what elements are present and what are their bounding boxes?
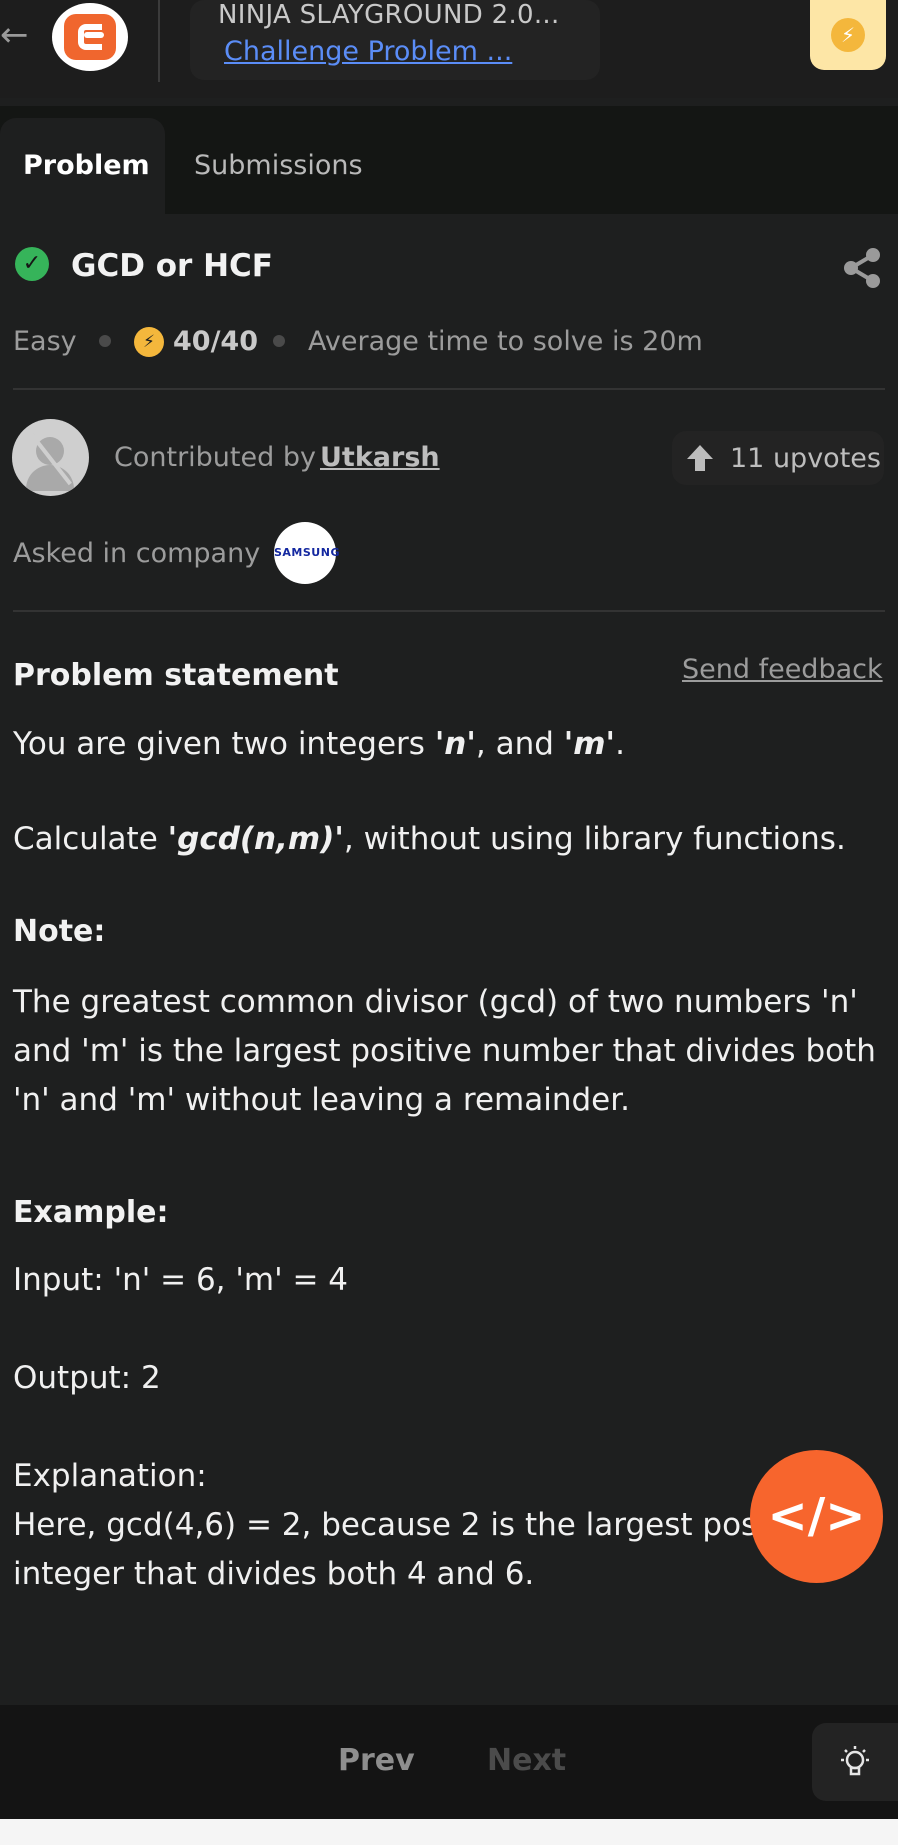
example-input: Input: 'n' = 6, 'm' = 4: [13, 1262, 349, 1298]
lightbulb-icon: [841, 1746, 869, 1776]
average-time: Average time to solve is 20m: [308, 326, 703, 357]
score-value: 40/40: [173, 326, 259, 357]
next-button[interactable]: Next: [487, 1743, 566, 1778]
note-heading: Note:: [13, 914, 106, 949]
meta-separator-dot: [273, 335, 285, 347]
divider: [13, 610, 885, 612]
challenge-problem-link[interactable]: Challenge Problem ...: [224, 36, 512, 67]
check-circle-icon: ✓: [15, 247, 49, 281]
explanation-label: Explanation:: [13, 1458, 207, 1494]
back-arrow-icon[interactable]: ←: [0, 10, 30, 60]
bolt-button[interactable]: ⚡︎: [810, 0, 886, 70]
difficulty-label: Easy: [13, 326, 77, 357]
avatar: [12, 419, 89, 496]
note-line-2: and 'm' is the largest positive number t…: [13, 1033, 876, 1069]
arrow-up-icon: [687, 445, 713, 471]
code-editor-button[interactable]: </>: [750, 1450, 883, 1583]
explanation-line-2: integer that divides both 4 and 6.: [13, 1556, 535, 1592]
problem-statement-heading: Problem statement: [13, 658, 339, 693]
example-output: Output: 2: [13, 1360, 161, 1396]
contributor-link[interactable]: Utkarsh: [320, 442, 440, 473]
contributed-by-label: Contributed by: [114, 442, 316, 473]
samsung-logo[interactable]: SAMSUNG: [274, 522, 339, 584]
note-line-3: 'n' and 'm' without leaving a remainder.: [13, 1082, 630, 1118]
app-title: NINJA SLAYGROUND 2.0...: [218, 0, 560, 30]
share-icon[interactable]: [840, 246, 884, 290]
explanation-line-1: Here, gcd(4,6) = 2, because 2 is the lar…: [13, 1507, 778, 1543]
upvote-count: 11 upvotes: [730, 443, 881, 474]
bottom-nav: [0, 1705, 898, 1819]
meta-separator-dot: [99, 335, 111, 347]
header-divider: [158, 0, 160, 82]
statement-line-1: You are given two integers 'n', and 'm'.: [13, 726, 625, 762]
app-logo: [52, 3, 128, 71]
asked-in-company-label: Asked in company: [13, 538, 261, 569]
example-heading: Example:: [13, 1195, 169, 1230]
note-line-1: The greatest common divisor (gcd) of two…: [13, 984, 858, 1020]
logo-mark: [64, 14, 116, 60]
send-feedback-link[interactable]: Send feedback: [682, 654, 883, 685]
lightning-bolt-icon: ⚡︎: [831, 18, 865, 52]
prev-button[interactable]: Prev: [338, 1743, 415, 1778]
coin-bolt-icon: ⚡︎: [134, 327, 164, 357]
problem-title: GCD or HCF: [71, 248, 273, 284]
upvote-button[interactable]: 11 upvotes: [672, 431, 884, 485]
statement-line-2: Calculate 'gcd(n,m)', without using libr…: [13, 821, 846, 857]
tab-submissions[interactable]: Submissions: [194, 150, 363, 181]
tab-problem[interactable]: Problem: [23, 150, 150, 181]
system-bottom-strip: [0, 1819, 898, 1845]
divider: [13, 388, 885, 390]
hint-button[interactable]: [812, 1723, 898, 1801]
